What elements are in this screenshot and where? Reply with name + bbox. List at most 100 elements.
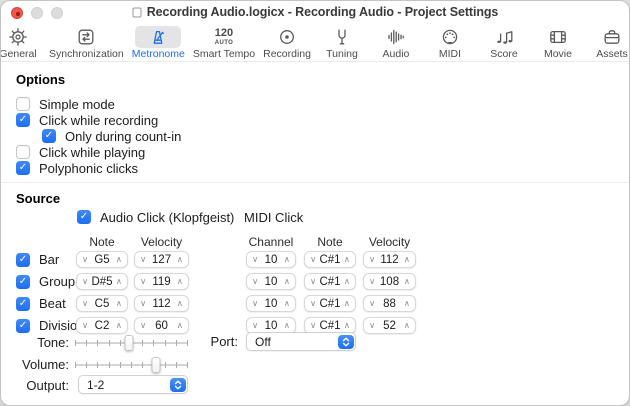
stepper-decrement-icon[interactable] bbox=[369, 299, 375, 308]
option-click-while-playing[interactable]: Click while playing bbox=[16, 144, 145, 160]
stepper-increment-icon[interactable] bbox=[284, 299, 290, 308]
slider-thumb[interactable] bbox=[152, 357, 161, 373]
bar-midi-channel-stepper[interactable]: 10 bbox=[246, 251, 296, 268]
beat-audio-note-stepper[interactable]: C5 bbox=[76, 295, 128, 312]
tab-midi[interactable]: MIDI bbox=[425, 26, 475, 60]
division-audio-note-stepper[interactable]: C2 bbox=[76, 317, 128, 334]
bar-audio-velocity-stepper[interactable]: 127 bbox=[134, 251, 189, 268]
group-midi-channel-stepper[interactable]: 10 bbox=[246, 273, 296, 290]
stepper-increment-icon[interactable] bbox=[116, 299, 122, 308]
tab-metronome[interactable]: Metronome bbox=[130, 26, 187, 60]
tone-slider[interactable] bbox=[74, 335, 188, 350]
stepper-increment-icon[interactable] bbox=[404, 277, 410, 286]
audio-note-header: Note bbox=[76, 235, 128, 249]
source-row-division[interactable]: Division bbox=[16, 317, 85, 334]
stepper-increment-icon[interactable] bbox=[344, 321, 350, 330]
tab-movie[interactable]: Movie bbox=[533, 26, 583, 60]
tab-general[interactable]: General bbox=[0, 26, 43, 60]
group-audio-note-stepper[interactable]: D#5 bbox=[76, 273, 128, 290]
stepper-increment-icon[interactable] bbox=[404, 299, 410, 308]
stepper-increment-icon[interactable] bbox=[344, 255, 350, 264]
stepper-increment-icon[interactable] bbox=[344, 277, 350, 286]
stepper-decrement-icon[interactable] bbox=[82, 255, 88, 264]
stepper-decrement-icon[interactable] bbox=[252, 321, 258, 330]
stepper-increment-icon[interactable] bbox=[177, 299, 183, 308]
stepper-decrement-icon[interactable] bbox=[82, 277, 88, 286]
checkbox[interactable] bbox=[16, 145, 30, 159]
slider-thumb[interactable] bbox=[124, 335, 133, 351]
beat-midi-velocity-stepper[interactable]: 88 bbox=[363, 295, 416, 312]
volume-slider[interactable] bbox=[74, 357, 188, 372]
stepper-decrement-icon[interactable] bbox=[140, 255, 146, 264]
checkbox[interactable] bbox=[16, 319, 30, 333]
tab-smart-tempo[interactable]: 120 AUTO Smart Tempo bbox=[191, 26, 257, 60]
tab-recording[interactable]: Recording bbox=[261, 26, 313, 60]
stepper-decrement-icon[interactable] bbox=[252, 255, 258, 264]
source-row-bar[interactable]: Bar bbox=[16, 251, 59, 268]
bar-midi-note-stepper[interactable]: C#1 bbox=[304, 251, 356, 268]
checkbox[interactable] bbox=[16, 161, 30, 175]
tab-tuning[interactable]: Tuning bbox=[317, 26, 367, 60]
stepper-decrement-icon[interactable] bbox=[82, 299, 88, 308]
stepper-increment-icon[interactable] bbox=[177, 255, 183, 264]
stepper-decrement-icon[interactable] bbox=[252, 299, 258, 308]
stepper-value: C#1 bbox=[319, 298, 340, 310]
stepper-increment-icon[interactable] bbox=[116, 277, 122, 286]
stepper-increment-icon[interactable] bbox=[284, 255, 290, 264]
division-midi-velocity-stepper[interactable]: 52 bbox=[363, 317, 416, 334]
stepper-increment-icon[interactable] bbox=[404, 321, 410, 330]
checkbox[interactable] bbox=[16, 113, 30, 127]
option-only-during-count-in[interactable]: Only during count-in bbox=[42, 128, 181, 144]
stepper-decrement-icon[interactable] bbox=[369, 255, 375, 264]
tab-audio[interactable]: Audio bbox=[371, 26, 421, 60]
stepper-increment-icon[interactable] bbox=[177, 277, 183, 286]
option-click-while-recording[interactable]: Click while recording bbox=[16, 112, 158, 128]
slider-tick bbox=[120, 362, 121, 368]
group-audio-velocity-stepper[interactable]: 119 bbox=[134, 273, 189, 290]
title-bar[interactable]: Recording Audio.logicx - Recording Audio… bbox=[1, 1, 629, 25]
beat-audio-velocity-stepper[interactable]: 112 bbox=[134, 295, 189, 312]
tab-synchronization[interactable]: Synchronization bbox=[47, 26, 126, 60]
stepper-increment-icon[interactable] bbox=[404, 255, 410, 264]
tab-label: Smart Tempo bbox=[193, 48, 255, 60]
stepper-decrement-icon[interactable] bbox=[369, 321, 375, 330]
stepper-decrement-icon[interactable] bbox=[82, 321, 88, 330]
stepper-decrement-icon[interactable] bbox=[369, 277, 375, 286]
tab-assets[interactable]: Assets bbox=[587, 26, 630, 60]
stepper-decrement-icon[interactable] bbox=[310, 321, 316, 330]
division-audio-velocity-stepper[interactable]: 60 bbox=[134, 317, 189, 334]
checkbox[interactable] bbox=[42, 129, 56, 143]
stepper-increment-icon[interactable] bbox=[284, 321, 290, 330]
checkbox[interactable] bbox=[16, 253, 30, 267]
stepper-increment-icon[interactable] bbox=[344, 299, 350, 308]
source-row-group[interactable]: Group bbox=[16, 273, 75, 290]
stepper-increment-icon[interactable] bbox=[116, 321, 122, 330]
stepper-decrement-icon[interactable] bbox=[252, 277, 258, 286]
stepper-decrement-icon[interactable] bbox=[310, 255, 316, 264]
bar-audio-note-stepper[interactable]: G5 bbox=[76, 251, 128, 268]
checkbox[interactable] bbox=[16, 97, 30, 111]
stepper-decrement-icon[interactable] bbox=[310, 299, 316, 308]
source-row-beat[interactable]: Beat bbox=[16, 295, 66, 312]
checkbox[interactable] bbox=[77, 210, 91, 224]
audio-click-toggle[interactable]: Audio Click (Klopfgeist) bbox=[77, 209, 234, 225]
bar-midi-velocity-stepper[interactable]: 112 bbox=[363, 251, 416, 268]
beat-midi-note-stepper[interactable]: C#1 bbox=[304, 295, 356, 312]
stepper-decrement-icon[interactable] bbox=[140, 277, 146, 286]
stepper-increment-icon[interactable] bbox=[284, 277, 290, 286]
stepper-decrement-icon[interactable] bbox=[140, 299, 146, 308]
port-dropdown[interactable]: Off bbox=[246, 332, 356, 351]
group-midi-note-stepper[interactable]: C#1 bbox=[304, 273, 356, 290]
output-dropdown[interactable]: 1-2 bbox=[78, 375, 188, 394]
tab-score[interactable]: Score bbox=[479, 26, 529, 60]
option-polyphonic-clicks[interactable]: Polyphonic clicks bbox=[16, 160, 138, 176]
stepper-decrement-icon[interactable] bbox=[140, 321, 146, 330]
stepper-decrement-icon[interactable] bbox=[310, 277, 316, 286]
checkbox[interactable] bbox=[16, 297, 30, 311]
group-midi-velocity-stepper[interactable]: 108 bbox=[363, 273, 416, 290]
stepper-increment-icon[interactable] bbox=[116, 255, 122, 264]
checkbox[interactable] bbox=[16, 275, 30, 289]
option-simple-mode[interactable]: Simple mode bbox=[16, 96, 115, 112]
stepper-increment-icon[interactable] bbox=[177, 321, 183, 330]
beat-midi-channel-stepper[interactable]: 10 bbox=[246, 295, 296, 312]
